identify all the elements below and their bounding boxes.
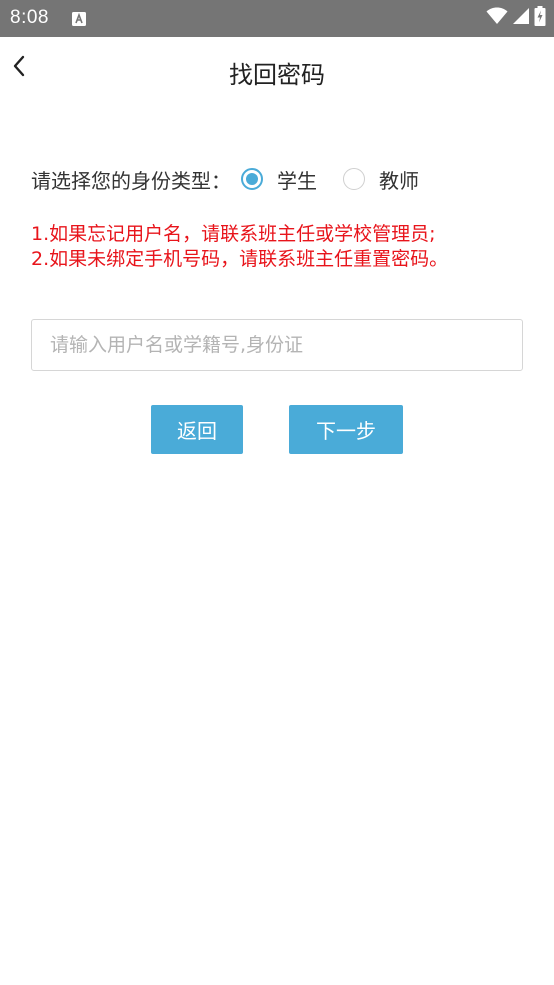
- identity-type-label: 请选择您的身份类型：: [31, 168, 231, 193]
- wifi-icon: [486, 7, 508, 29]
- radio-unchecked-icon[interactable]: [343, 168, 365, 190]
- note-line-2: 2.如果未绑定手机号码，请联系班主任重置密码。: [31, 248, 449, 270]
- account-input-box: [31, 319, 523, 371]
- page-title: 找回密码: [229, 61, 325, 89]
- battery-charging-icon: [534, 6, 546, 30]
- identity-type-row: 请选择您的身份类型： 学生 教师: [31, 164, 419, 194]
- help-notes: 1.如果忘记用户名，请联系班主任或学校管理员; 2.如果未绑定手机号码，请联系班…: [31, 222, 448, 272]
- status-bar: 8:08: [0, 0, 554, 37]
- radio-option-teacher[interactable]: 教师: [343, 165, 419, 194]
- status-icons: [486, 6, 546, 30]
- next-step-button[interactable]: 下一步: [289, 405, 403, 454]
- note-line-1: 1.如果忘记用户名，请联系班主任或学校管理员;: [31, 223, 436, 245]
- status-time: 8:08: [10, 7, 49, 28]
- account-input[interactable]: [32, 320, 522, 370]
- app-header: 找回密码: [0, 37, 554, 103]
- radio-checked-icon[interactable]: [241, 168, 263, 190]
- radio-label-student: 学生: [277, 168, 317, 193]
- radio-option-student[interactable]: 学生: [241, 165, 317, 194]
- back-action-button[interactable]: 返回: [151, 405, 243, 454]
- cellular-signal-icon: [512, 7, 530, 29]
- radio-label-teacher: 教师: [379, 168, 419, 193]
- a-letter-icon: [72, 11, 86, 26]
- forgot-password-screen: 8:08 找回密码 请选择您的身份类型： 学生 教师 1.如果忘记用户名，请联系…: [0, 0, 554, 985]
